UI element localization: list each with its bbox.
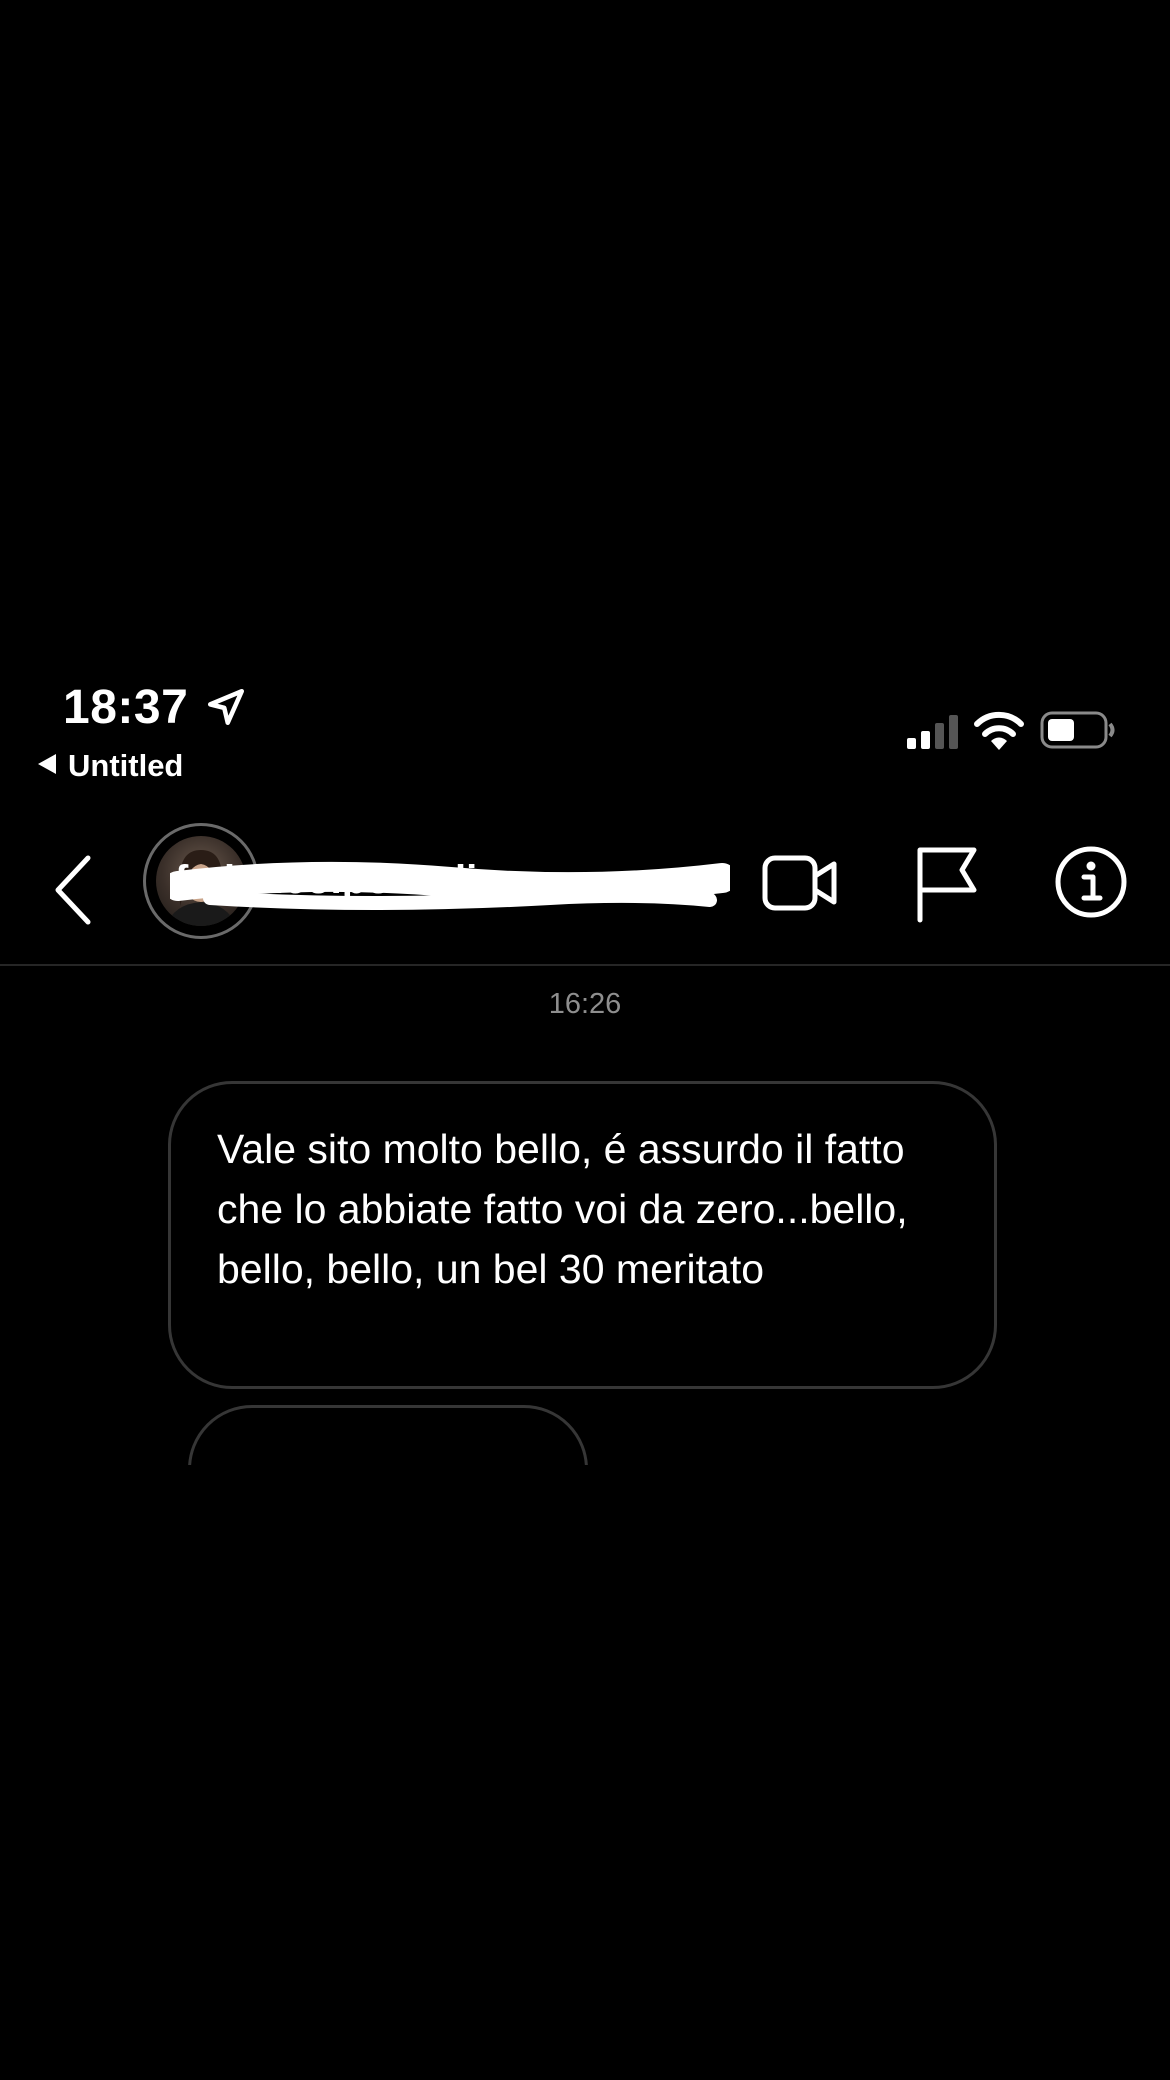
- location-arrow-icon: [207, 688, 245, 726]
- status-bar: 18:37 Untitled: [0, 670, 1170, 800]
- chevron-left-icon[interactable]: [48, 850, 98, 930]
- video-camera-icon[interactable]: [760, 848, 840, 918]
- battery-icon: [1040, 711, 1115, 749]
- redaction-scribble: [170, 861, 730, 910]
- message-bubble[interactable]: Vale sito molto bello, é assurdo il fatt…: [168, 1081, 997, 1389]
- info-icon[interactable]: [1053, 844, 1129, 920]
- message-timestamp: 16:26: [548, 988, 622, 1020]
- wifi-icon: [974, 711, 1024, 750]
- chat-header: federico.pozzoli: [0, 820, 1170, 966]
- flag-icon[interactable]: [912, 844, 982, 924]
- next-message-bubble[interactable]: [188, 1405, 588, 1465]
- next-message-bubble-edge: [188, 1405, 588, 1465]
- message-text: Vale sito molto bello, é assurdo il fatt…: [217, 1126, 908, 1292]
- back-triangle-icon: [38, 754, 56, 774]
- back-to-app-button[interactable]: Untitled: [38, 748, 183, 784]
- status-time: 18:37: [63, 681, 189, 734]
- signal-icon: [907, 715, 958, 749]
- back-app-label: Untitled: [68, 748, 184, 783]
